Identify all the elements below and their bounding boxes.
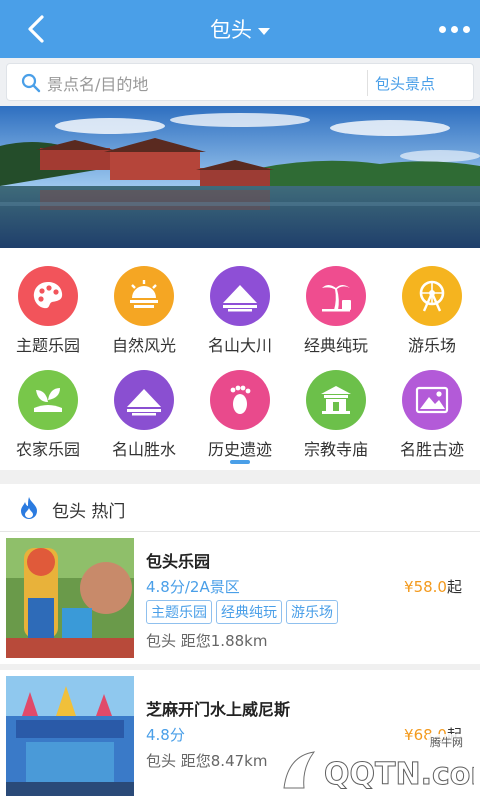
sprout-icon <box>18 370 78 430</box>
palm-tree-icon <box>306 266 366 326</box>
spot-price: ¥58.0起 <box>404 578 462 596</box>
more-menu-icon[interactable] <box>439 26 470 33</box>
hot-section-header: 包头 热门 <box>0 484 480 532</box>
search-box: 景点名/目的地 包头景点 <box>6 63 474 101</box>
spot-score: 4.8分/2A景区 <box>146 578 240 596</box>
watermark-logo: QQTN.com <box>283 751 474 793</box>
category-label: 游乐场 <box>407 336 456 355</box>
category-item-theme-park[interactable]: 主题乐园 <box>0 266 96 356</box>
category-grid: 主题乐园 自然风光 名山大川 经典纯玩 游乐场 农家乐园 名山胜水 历史遗迹 宗… <box>0 248 480 470</box>
spot-tag[interactable]: 游乐场 <box>286 600 338 624</box>
spot-score: 4.8分 <box>146 726 185 744</box>
category-item-nature[interactable]: 自然风光 <box>96 266 192 356</box>
category-label: 主题乐园 <box>15 336 80 355</box>
category-label: 农家乐园 <box>15 440 80 459</box>
app-header: 包头 <box>0 0 480 58</box>
category-label: 宗教寺庙 <box>303 440 368 459</box>
search-divider <box>367 70 368 96</box>
spot-thumbnail <box>6 676 134 796</box>
palette-icon <box>18 266 78 326</box>
banner-carousel[interactable] <box>0 106 480 248</box>
city-selector[interactable]: 包头 <box>0 14 480 44</box>
spot-card[interactable]: 包头乐园 4.8分/2A景区 ¥58.0起 主题乐园 经典纯玩 游乐场 包头 距… <box>0 532 480 664</box>
spot-location: 包头 距您8.47km <box>146 752 268 770</box>
mountain-lake-icon <box>114 370 174 430</box>
category-label: 名山胜水 <box>111 440 176 459</box>
category-item-mountain-water[interactable]: 名山胜水 <box>96 370 192 460</box>
category-item-amusement-park[interactable]: 游乐场 <box>384 266 480 356</box>
spot-tag[interactable]: 主题乐园 <box>146 600 212 624</box>
footprint-icon <box>210 370 270 430</box>
category-label: 自然风光 <box>111 336 176 355</box>
category-item-farm[interactable]: 农家乐园 <box>0 370 96 460</box>
spot-thumbnail <box>6 538 134 658</box>
sunset-icon <box>114 266 174 326</box>
temple-icon <box>306 370 366 430</box>
ferris-wheel-icon <box>402 266 462 326</box>
spot-name: 包头乐园 <box>146 552 211 571</box>
mountain-icon <box>210 266 270 326</box>
search-scope-button[interactable]: 包头景点 <box>375 73 435 94</box>
category-label: 经典纯玩 <box>303 336 368 355</box>
fire-icon <box>21 497 37 519</box>
chevron-down-icon <box>258 27 270 35</box>
category-item-historic-sites[interactable]: 历史遗迹 <box>192 370 288 460</box>
category-item-mountains[interactable]: 名山大川 <box>192 266 288 356</box>
spot-name: 芝麻开门水上威尼斯 <box>146 700 291 719</box>
category-item-classic-tour[interactable]: 经典纯玩 <box>288 266 384 356</box>
hot-section-title: 包头 热门 <box>52 502 126 522</box>
category-label: 历史遗迹 <box>207 440 272 459</box>
svg-text:QQTN.com: QQTN.com <box>324 757 474 792</box>
category-label: 名胜古迹 <box>399 440 464 459</box>
search-bar: 景点名/目的地 包头景点 <box>0 58 480 106</box>
spot-tags: 主题乐园 经典纯玩 游乐场 <box>146 600 338 624</box>
category-item-scenic-relics[interactable]: 名胜古迹 <box>384 370 480 460</box>
category-label: 名山大川 <box>207 336 272 355</box>
landscape-icon <box>402 370 462 430</box>
banner-image <box>0 106 480 248</box>
spot-tag[interactable]: 经典纯玩 <box>216 600 282 624</box>
search-icon <box>21 73 41 93</box>
category-page-indicator <box>230 460 250 464</box>
search-input[interactable]: 景点名/目的地 <box>47 71 148 95</box>
spot-location: 包头 距您1.88km <box>146 632 268 650</box>
category-item-temples[interactable]: 宗教寺庙 <box>288 370 384 460</box>
page-title: 包头 <box>210 18 252 42</box>
